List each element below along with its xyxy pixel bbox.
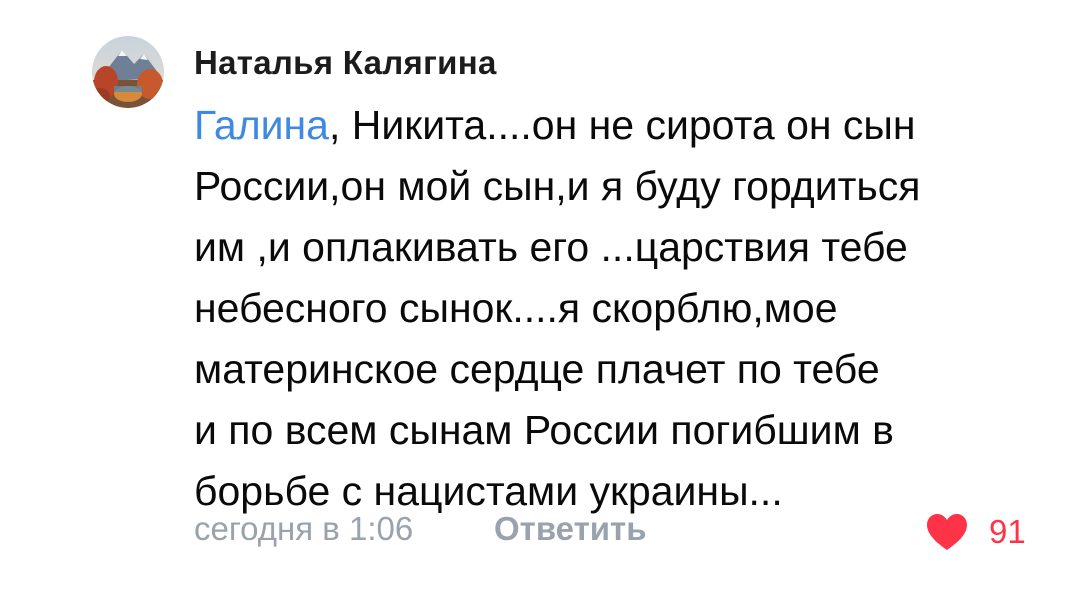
mention-link[interactable]: Галина (194, 102, 329, 148)
comment-line: им ,и оплакивать его ...царствия тебе (194, 224, 908, 270)
comment-line: материнское сердце плачет по тебе (194, 346, 880, 392)
like-button[interactable]: 91 (925, 510, 1026, 554)
comment-timestamp[interactable]: сегодня в 1:06 (194, 510, 413, 548)
heart-icon (927, 514, 967, 550)
author-avatar[interactable] (92, 36, 164, 108)
author-name[interactable]: Наталья Калягина (194, 44, 497, 82)
comment-line: России,он мой сын,и я буду гордиться (194, 163, 921, 209)
comment: Наталья Калягина Галина, Никита....он не… (0, 0, 1080, 608)
comment-text: Галина, Никита....он не сирота он сын Ро… (194, 95, 1044, 522)
like-count: 91 (989, 513, 1026, 550)
comment-line: Галина, Никита....он не сирота он сын (194, 95, 1044, 156)
comment-line-text: , Никита....он не сирота он сын (328, 102, 916, 148)
avatar-image (92, 36, 164, 108)
comment-line: небесного сынок....я скорблю,мое (194, 285, 838, 331)
comment-line: и по всем сынам России погибшим в (194, 407, 894, 453)
reply-button[interactable]: Ответить (494, 510, 647, 548)
